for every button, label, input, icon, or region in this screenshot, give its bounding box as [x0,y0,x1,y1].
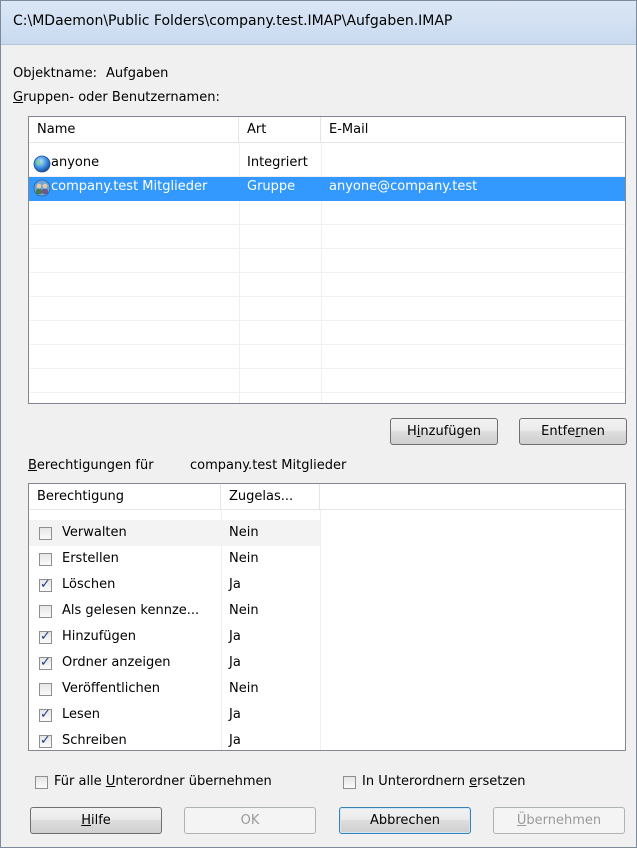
permission-checkbox[interactable] [39,707,52,722]
ok-button-label: OK [240,813,260,828]
remove-button-label: Entfernen [541,424,605,439]
permission-name: Schreiben [62,733,127,748]
group-email: anyone@company.test [329,179,478,194]
permission-allowed: Ja [229,655,241,670]
row-gridline [29,272,625,273]
help-button-label: Hilfe [81,813,111,828]
permission-name: Ordner anzeigen [62,655,171,670]
cancel-button-label: Abbrechen [369,813,441,828]
permission-checkbox[interactable] [39,655,52,670]
row-gridline [29,224,625,225]
permission-name: Hinzufügen [62,629,136,644]
column-header-permission[interactable]: Berechtigung [29,484,221,510]
globe-icon [33,155,51,173]
permission-checkbox[interactable] [39,629,52,644]
permission-checkbox[interactable] [39,683,52,696]
permission-name: Verwalten [62,525,127,540]
permission-name: Löschen [62,577,116,592]
permission-allowed: Ja [229,707,241,722]
apply-all-label: Für alle Unterordner übernehmen [54,774,272,789]
row-gridline [29,368,625,369]
apply-button[interactable]: Übernehmen [493,807,625,834]
help-button[interactable]: Hilfe [30,807,162,834]
permissions-target: company.test Mitglieder [190,458,347,473]
permission-checkbox[interactable] [39,733,52,748]
column-header-empty[interactable] [320,484,625,510]
row-gridline [29,344,625,345]
add-button[interactable]: Hinzufügen [390,418,498,445]
permission-checkbox[interactable] [39,553,52,566]
permission-name: Erstellen [62,551,119,566]
row-gridline [29,296,625,297]
permission-name: Als gelesen kennze... [62,603,200,618]
permission-allowed: Nein [229,603,259,618]
permission-allowed: Ja [229,629,241,644]
permission-allowed: Nein [229,525,259,540]
object-name-label: Objektname: [13,66,97,81]
ok-button[interactable]: OK [184,807,316,834]
column-divider [320,510,321,750]
title-bar: C:\MDaemon\Public Folders\company.test.I… [1,1,636,45]
column-divider [221,510,222,750]
permission-allowed: Ja [229,577,241,592]
permission-allowed: Ja [229,733,241,748]
permission-checkbox[interactable] [39,527,52,540]
groups-listview[interactable]: Name Art E-Mail anyone Integriert compan… [28,116,626,404]
column-header-name[interactable]: Name [29,117,239,143]
object-name-value: Aufgaben [106,66,169,81]
permissions-label: Berechtigungen für [28,458,154,473]
permissions-listview[interactable]: Berechtigung Zugelas... Verwalten Nein Ers… [28,483,626,751]
add-button-label: Hinzufügen [406,424,481,439]
remove-button[interactable]: Entfernen [519,418,627,445]
row-gridline [29,320,625,321]
permission-checkbox[interactable] [39,605,52,618]
permission-name: Veröffentlichen [62,681,161,696]
cancel-button[interactable]: Abbrechen [339,807,471,834]
replace-sub-label: In Unterordnern ersetzen [362,774,526,789]
groups-label: Gruppen- oder Benutzernamen: [13,90,220,105]
group-type: Gruppe [247,179,296,194]
group-name: company.test Mitglieder [51,179,208,194]
column-header-email[interactable]: E-Mail [321,117,625,143]
permissions-dialog: C:\MDaemon\Public Folders\company.test.I… [0,0,637,848]
column-header-allowed[interactable]: Zugelas... [221,484,320,510]
column-header-type[interactable]: Art [239,117,321,143]
permission-allowed: Nein [229,551,259,566]
replace-sub-checkbox[interactable] [343,776,356,789]
group-name: anyone [51,155,100,170]
apply-button-label: Übernehmen [516,813,602,828]
row-gridline [29,392,625,393]
group-icon [33,179,51,197]
apply-all-checkbox[interactable] [35,776,48,789]
permission-name: Lesen [62,707,101,722]
permission-allowed: Nein [229,681,259,696]
permission-checkbox[interactable] [39,577,52,592]
row-gridline [29,248,625,249]
group-type: Integriert [247,155,308,170]
window-title: C:\MDaemon\Public Folders\company.test.I… [13,13,453,29]
